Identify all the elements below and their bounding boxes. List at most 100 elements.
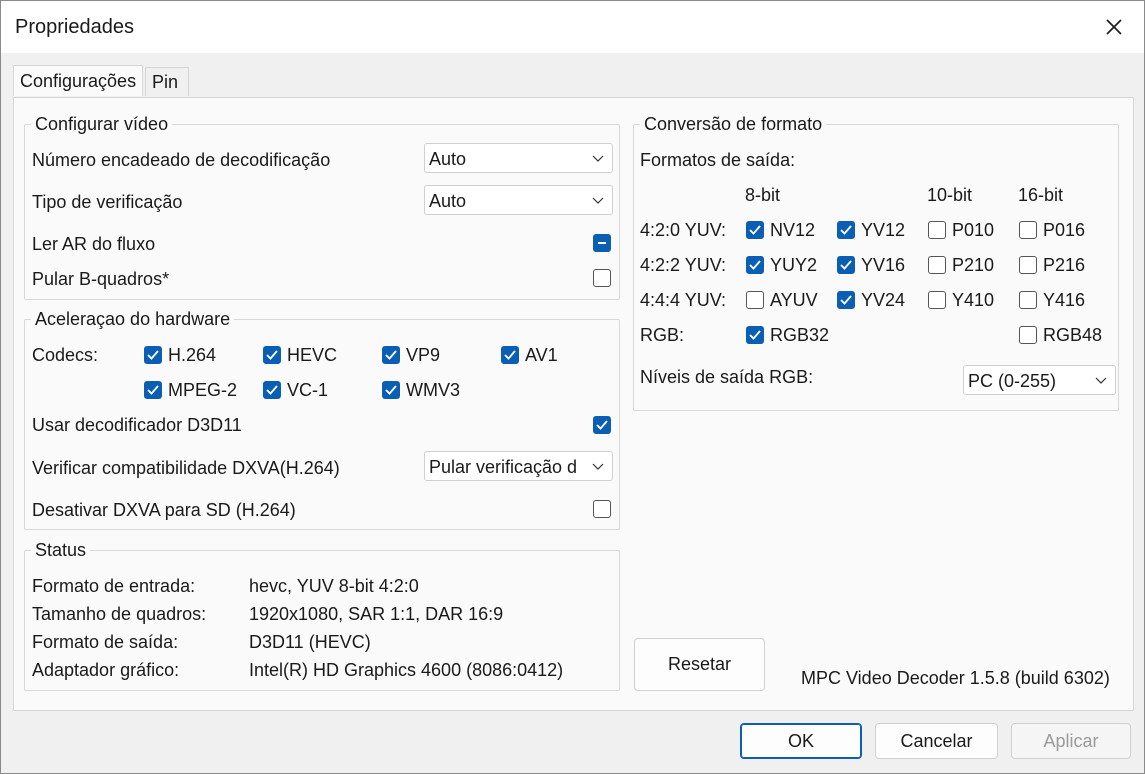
format-conversion-group: Conversão de formato Formatos de saída: … (633, 114, 1119, 411)
fmt-y416-checkbox[interactable] (1019, 291, 1037, 309)
codec-h264-checkbox[interactable] (144, 346, 162, 364)
select-value: Auto (429, 149, 467, 169)
row-422-label: 4:2:2 YUV: (640, 255, 727, 275)
codec-hevc-label: HEVC (287, 345, 338, 365)
chevron-down-icon (592, 155, 604, 162)
fmt-rgb48-label: RGB48 (1043, 325, 1103, 345)
decode-threads-label: Número encadeado de decodificação (32, 150, 331, 170)
fmt-nv12-checkbox[interactable] (746, 221, 764, 239)
fmt-yv24-checkbox[interactable] (837, 291, 855, 309)
fmt-yv24-label: YV24 (861, 290, 906, 310)
select-value: Pular verificação d (429, 457, 578, 477)
chevron-down-icon (1095, 377, 1107, 384)
fmt-p016-checkbox[interactable] (1019, 221, 1037, 239)
codec-vc1-label: VC-1 (287, 380, 329, 400)
group-title: Status (31, 540, 91, 561)
codec-vc1-checkbox[interactable] (263, 381, 281, 399)
check-icon (147, 385, 159, 395)
graphics-adapter-value: Intel(R) HD Graphics 4600 (8086:0412) (249, 660, 564, 680)
fmt-yv16-label: YV16 (861, 255, 906, 275)
version-text: MPC Video Decoder 1.5.8 (build 6302) (801, 668, 1110, 688)
fmt-p216-label: P216 (1043, 255, 1086, 275)
hw-accel-group: Aceleraçao do hardware Codecs: H.264 HEV… (24, 309, 620, 530)
codec-vp9-label: VP9 (406, 345, 441, 365)
fmt-y416-label: Y416 (1043, 290, 1086, 310)
col-8bit-label: 8-bit (745, 185, 781, 205)
fmt-rgb48-checkbox[interactable] (1019, 326, 1037, 344)
check-icon (596, 420, 608, 430)
fmt-yv12-checkbox[interactable] (837, 221, 855, 239)
codec-wmv3-label: WMV3 (406, 380, 460, 400)
read-ar-checkbox[interactable] (593, 234, 611, 252)
codec-hevc-checkbox[interactable] (263, 346, 281, 364)
fmt-ayuv-checkbox[interactable] (746, 291, 764, 309)
group-title: Conversão de formato (640, 114, 827, 135)
cancel-button[interactable]: Cancelar (875, 723, 998, 759)
properties-dialog: Propriedades Configurações Pin Info Conf… (0, 0, 1145, 774)
video-config-group: Configurar vídeo Número encadeado de dec… (24, 114, 620, 300)
codec-av1-checkbox[interactable] (501, 346, 519, 364)
chevron-down-icon (592, 197, 604, 204)
close-button[interactable] (1091, 7, 1137, 47)
reset-button[interactable]: Resetar (634, 638, 765, 691)
group-title: Configurar vídeo (31, 114, 173, 135)
check-icon (266, 350, 278, 360)
fmt-p010-checkbox[interactable] (928, 221, 946, 239)
output-format-value: D3D11 (HEVC) (249, 632, 371, 652)
codec-vp9-checkbox[interactable] (382, 346, 400, 364)
fmt-rgb32-label: RGB32 (770, 325, 830, 345)
window-title: Propriedades (15, 16, 134, 38)
tab-pin-info[interactable]: Pin Info (145, 67, 190, 120)
read-ar-label: Ler AR do fluxo (32, 234, 156, 254)
check-icon (749, 330, 761, 340)
col-10bit-label: 10-bit (927, 185, 973, 205)
input-format-value: hevc, YUV 8-bit 4:2:0 (249, 576, 419, 596)
codec-wmv3-checkbox[interactable] (382, 381, 400, 399)
fmt-nv12-label: NV12 (770, 220, 816, 240)
fmt-yuy2-checkbox[interactable] (746, 256, 764, 274)
disable-dxva-sd-checkbox[interactable] (593, 500, 611, 518)
apply-button[interactable]: Aplicar (1011, 723, 1131, 759)
check-icon (385, 385, 397, 395)
disable-dxva-sd-label: Desativar DXVA para SD (H.264) (32, 500, 296, 520)
title-bar: Propriedades (1, 1, 1144, 53)
ok-button[interactable]: OK (740, 723, 862, 759)
check-icon (749, 260, 761, 270)
verify-type-label: Tipo de verificação (32, 192, 183, 212)
output-format-label: Formato de saída: (32, 632, 179, 652)
check-icon (385, 350, 397, 360)
graphics-adapter-label: Adaptador gráfico: (32, 660, 180, 680)
row-420-label: 4:2:0 YUV: (640, 220, 727, 240)
skip-b-frames-checkbox[interactable] (593, 269, 611, 287)
status-group: Status Formato de entrada: hevc, YUV 8-b… (24, 540, 620, 691)
fmt-p216-checkbox[interactable] (1019, 256, 1037, 274)
codec-mpeg2-checkbox[interactable] (144, 381, 162, 399)
fmt-y410-checkbox[interactable] (928, 291, 946, 309)
decode-threads-select[interactable]: Auto (424, 143, 613, 173)
fmt-rgb32-checkbox[interactable] (746, 326, 764, 344)
row-rgb-label: RGB: (640, 325, 685, 345)
codec-mpeg2-label: MPEG-2 (168, 380, 238, 400)
tab-configuracoes[interactable]: Configurações (13, 65, 144, 96)
fmt-p210-label: P210 (952, 255, 995, 275)
d3d11-checkbox[interactable] (593, 416, 611, 434)
codec-av1-label: AV1 (525, 345, 558, 365)
input-format-label: Formato de entrada: (32, 576, 196, 596)
check-icon (840, 260, 852, 270)
fmt-ayuv-label: AYUV (770, 290, 818, 310)
rgb-levels-label: Níveis de saída RGB: (640, 367, 814, 387)
fmt-yv16-checkbox[interactable] (837, 256, 855, 274)
check-icon (504, 350, 516, 360)
select-value: PC (0-255) (968, 371, 1057, 391)
codec-h264-label: H.264 (168, 345, 217, 365)
dxva-compat-select[interactable]: Pular verificação d (424, 451, 613, 481)
tab-panel: Configurar vídeo Número encadeado de dec… (13, 97, 1134, 711)
frame-size-label: Tamanho de quadros: (32, 604, 207, 624)
verify-type-select[interactable]: Auto (424, 185, 613, 215)
fmt-yv12-label: YV12 (861, 220, 906, 240)
rgb-levels-select[interactable]: PC (0-255) (963, 365, 1116, 395)
fmt-p210-checkbox[interactable] (928, 256, 946, 274)
check-icon (749, 225, 761, 235)
output-formats-label: Formatos de saída: (640, 150, 796, 170)
dxva-compat-label: Verificar compatibilidade DXVA(H.264) (32, 458, 340, 478)
